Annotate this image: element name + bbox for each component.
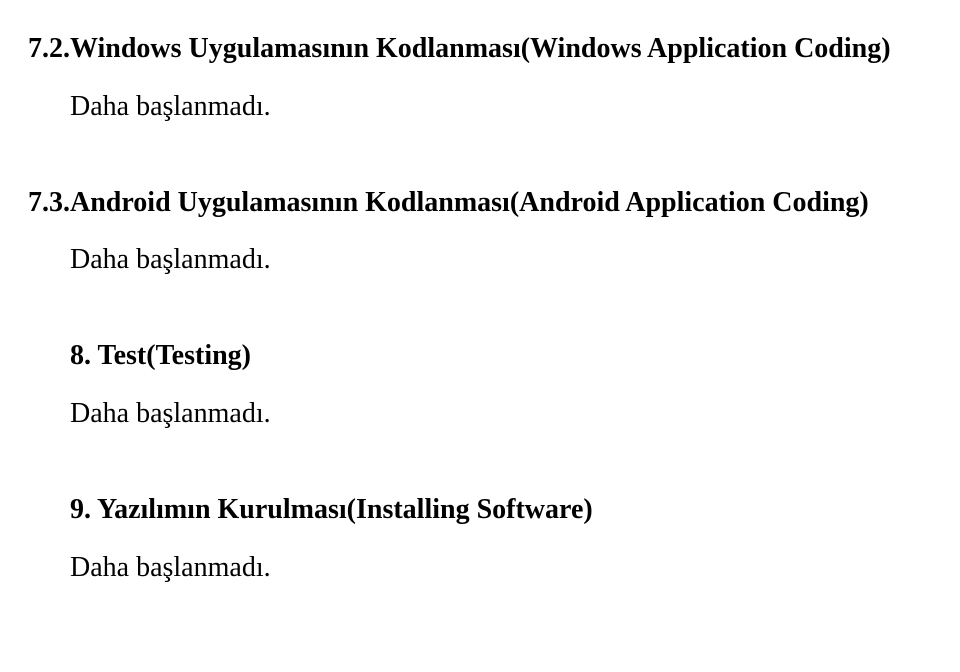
section-body-7-2: Daha başlanmadı. [70, 88, 940, 126]
document-page: 7.2.Windows Uygulamasının Kodlanması(Win… [0, 0, 960, 672]
section-body-8: Daha başlanmadı. [70, 395, 940, 433]
section-heading-8: 8. Test(Testing) [70, 337, 940, 375]
section-body-9: Daha başlanmadı. [70, 549, 940, 587]
section-body-7-3: Daha başlanmadı. [70, 241, 940, 279]
section-heading-9: 9. Yazılımın Kurulması(Installing Softwa… [70, 491, 940, 529]
section-heading-7-3: 7.3.Android Uygulamasının Kodlanması(And… [28, 184, 940, 222]
section-heading-7-2: 7.2.Windows Uygulamasının Kodlanması(Win… [28, 30, 940, 68]
